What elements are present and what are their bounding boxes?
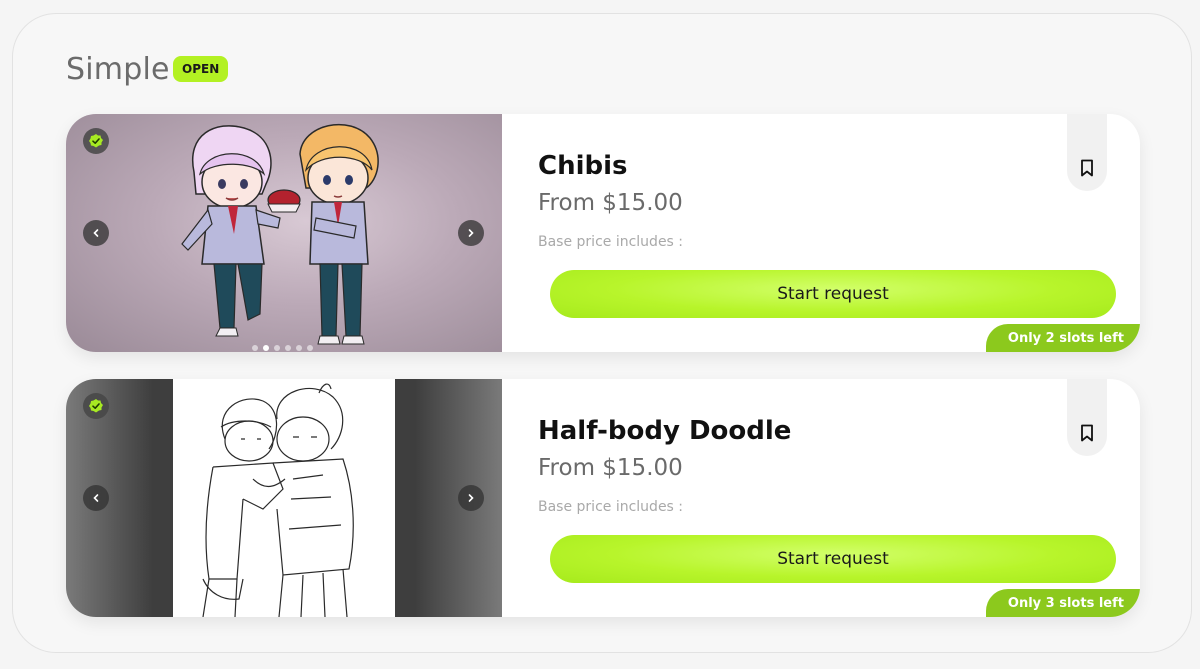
bookmark-button[interactable] <box>1067 379 1107 456</box>
chibi-figure-left <box>181 125 301 337</box>
chevron-right-icon[interactable] <box>458 485 484 511</box>
carousel-dot[interactable] <box>296 345 302 351</box>
carousel-dots <box>252 345 313 351</box>
card-price: From $15.00 <box>538 190 683 216</box>
carousel-dot[interactable] <box>285 345 291 351</box>
line-sketch-drawing <box>202 383 354 617</box>
base-price-note: Base price includes : <box>538 234 684 250</box>
artwork-carousel[interactable] <box>66 379 502 617</box>
artwork-image <box>173 379 395 617</box>
start-request-button[interactable]: Start request <box>550 535 1116 583</box>
verified-check-icon <box>83 393 109 419</box>
base-price-note: Base price includes : <box>538 499 684 515</box>
bookmark-icon <box>1081 424 1093 442</box>
commission-card: Half-body Doodle From $15.00 Base price … <box>66 379 1140 617</box>
card-price: From $15.00 <box>538 455 683 481</box>
slots-left-badge: Only 3 slots left <box>985 589 1140 617</box>
artwork-image <box>181 123 379 345</box>
carousel-dot[interactable] <box>252 345 258 351</box>
section-title: Simple <box>66 52 170 87</box>
commission-panel: Simple OPEN Chibis From $15.00 Base pric… <box>12 13 1192 653</box>
slots-left-badge: Only 2 slots left <box>985 324 1140 352</box>
carousel-dot[interactable] <box>274 345 280 351</box>
start-request-button[interactable]: Start request <box>550 270 1116 318</box>
chibi-figure-right <box>299 123 379 345</box>
status-badge: OPEN <box>173 56 229 82</box>
carousel-dot[interactable] <box>307 345 313 351</box>
artwork-carousel[interactable] <box>66 114 502 352</box>
commission-card: Chibis From $15.00 Base price includes :… <box>66 114 1140 352</box>
bookmark-icon <box>1081 159 1093 177</box>
card-title: Chibis <box>538 151 628 181</box>
card-title: Half-body Doodle <box>538 416 792 446</box>
chevron-left-icon[interactable] <box>83 485 109 511</box>
bookmark-button[interactable] <box>1067 114 1107 191</box>
verified-check-icon <box>83 128 109 154</box>
carousel-dot[interactable] <box>263 345 269 351</box>
chevron-left-icon[interactable] <box>83 220 109 246</box>
chevron-right-icon[interactable] <box>458 220 484 246</box>
